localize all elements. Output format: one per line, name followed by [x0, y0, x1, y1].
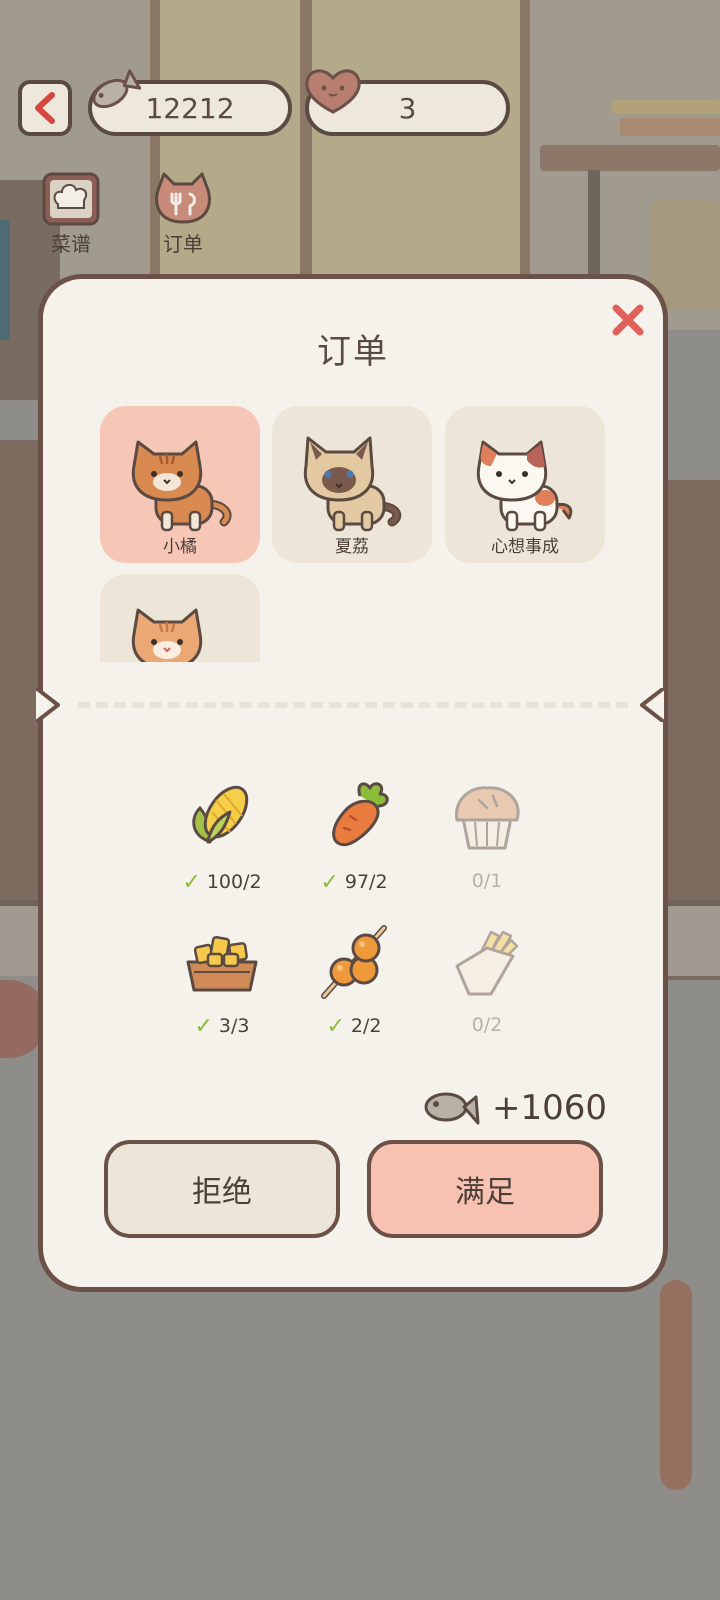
order-item: ✓ 2/2	[294, 922, 414, 1052]
background-rod	[588, 170, 600, 280]
calico-cat-icon	[476, 440, 573, 532]
item-count: ✓ 100/2	[182, 870, 262, 895]
orange-tabby-cat-icon	[131, 440, 232, 532]
background-books	[620, 118, 720, 136]
cat-card-xiaoju[interactable]: 小橘	[100, 406, 260, 563]
fish-currency-value: 12212	[145, 91, 235, 125]
chevron-left-icon	[35, 92, 55, 124]
cat-card-partial[interactable]	[100, 574, 260, 662]
background-side-tab	[0, 220, 10, 340]
check-icon: ✓	[182, 870, 201, 895]
fish-icon	[92, 69, 142, 109]
reject-label: 拒绝	[192, 1175, 252, 1210]
check-icon: ✓	[194, 1014, 213, 1039]
item-count: ✓ 3/3	[194, 1014, 250, 1039]
check-icon: ✓	[320, 870, 339, 895]
background-window-frame	[300, 0, 312, 290]
heart-currency-value: 3	[398, 91, 417, 125]
cat-orders-icon	[155, 172, 211, 224]
fish-icon	[424, 1092, 480, 1125]
siamese-cat-icon	[303, 436, 402, 532]
background-shelf	[540, 145, 720, 171]
order-item: 0/1	[427, 778, 547, 908]
modal-title: 订单	[317, 332, 389, 372]
order-item: ✓ 3/3	[162, 922, 282, 1052]
check-icon: ✓	[326, 1014, 345, 1039]
fulfill-label: 满足	[455, 1175, 515, 1210]
reward-amount: +1060	[492, 1088, 608, 1128]
background-books	[612, 100, 720, 114]
reject-button[interactable]: 拒绝	[104, 1140, 340, 1238]
cat-name: 夏荔	[335, 537, 369, 557]
order-item: ✓ 100/2	[162, 778, 282, 908]
popcorn-chicken-icon	[186, 935, 258, 992]
corn-icon	[192, 785, 249, 844]
orders-label: 订单	[163, 232, 203, 256]
fries-icon	[455, 930, 519, 996]
modal-notch-left	[36, 688, 60, 722]
cat-name: 小橘	[163, 537, 197, 557]
recipes-button[interactable]: 菜谱	[32, 170, 110, 257]
item-count: ✓ 2/2	[326, 1014, 382, 1039]
cat-card-xinxiangshicheng[interactable]: 心想事成	[445, 406, 605, 563]
order-item: 0/2	[427, 922, 547, 1052]
modal-notch-right	[640, 688, 664, 722]
item-count: ✓ 97/2	[320, 870, 388, 895]
item-count: 0/2	[471, 1014, 503, 1036]
fulfill-button[interactable]: 满足	[367, 1140, 603, 1238]
cat-name: 心想事成	[491, 537, 559, 557]
cat-card-xiali[interactable]: 夏荔	[272, 406, 432, 563]
order-item: ✓ 97/2	[294, 778, 414, 908]
background-pole	[660, 1280, 692, 1490]
carrot-icon	[332, 782, 389, 847]
orange-cat-icon	[131, 608, 203, 662]
recipes-label: 菜谱	[51, 232, 91, 256]
cat-customer-list[interactable]: 小橘 夏荔 心想事成	[98, 406, 618, 662]
item-count: 0/1	[471, 870, 503, 892]
muffin-icon	[454, 786, 520, 850]
chef-hat-icon	[42, 172, 100, 226]
heart-icon	[305, 69, 361, 114]
orders-button[interactable]: 订单	[144, 170, 222, 257]
back-button[interactable]	[18, 80, 72, 136]
meatball-skewer-icon	[321, 925, 387, 999]
section-divider	[78, 702, 628, 708]
order-reward: +1060	[420, 1080, 620, 1136]
